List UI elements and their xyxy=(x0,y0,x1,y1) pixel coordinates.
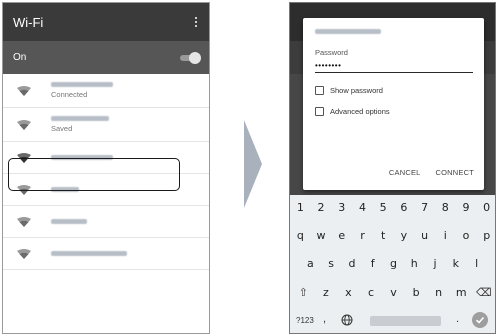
cancel-button[interactable]: CANCEL xyxy=(389,168,421,177)
wifi-signal-icon xyxy=(17,85,31,96)
list-item[interactable]: Saved xyxy=(3,108,209,142)
keyboard-row-numbers: 1 2 3 4 5 6 7 8 9 0 xyxy=(290,201,495,214)
period-key[interactable]: . xyxy=(456,313,459,325)
key[interactable]: q xyxy=(290,229,311,242)
password-field[interactable]: •••••••• xyxy=(315,61,472,70)
connect-button[interactable]: CONNECT xyxy=(436,168,474,177)
key[interactable]: z xyxy=(315,286,338,299)
key[interactable]: n xyxy=(427,286,450,299)
key[interactable]: 8 xyxy=(435,201,456,214)
network-name-redacted xyxy=(51,219,87,224)
connect-dialog: Password •••••••• Show password Advanced… xyxy=(303,18,484,190)
advanced-options-option[interactable]: Advanced options xyxy=(315,107,472,116)
network-status: Saved xyxy=(51,124,73,133)
key[interactable]: l xyxy=(466,257,487,270)
keyboard-row-bottom: ⇧ z x c v b n m ⌫ xyxy=(290,286,496,299)
backspace-key[interactable]: ⌫ xyxy=(473,286,496,299)
network-status: Connected xyxy=(51,90,88,99)
shift-key[interactable]: ⇧ xyxy=(292,286,315,299)
key[interactable]: j xyxy=(425,257,446,270)
globe-icon[interactable] xyxy=(341,314,353,326)
key[interactable]: a xyxy=(300,257,321,270)
wifi-signal-icon xyxy=(17,119,31,130)
key[interactable]: 3 xyxy=(331,201,352,214)
password-dialog-screen: Password •••••••• Show password Advanced… xyxy=(289,2,496,334)
key[interactable]: p xyxy=(476,229,495,242)
key[interactable]: w xyxy=(311,229,332,242)
show-password-label: Show password xyxy=(330,86,383,95)
key[interactable]: 2 xyxy=(311,201,332,214)
keyboard-row-home: a s d f g h j k l xyxy=(290,257,495,270)
key[interactable]: h xyxy=(404,257,425,270)
key[interactable]: d xyxy=(342,257,363,270)
wifi-signal-icon xyxy=(17,248,31,259)
key[interactable]: 4 xyxy=(352,201,373,214)
key[interactable]: 9 xyxy=(456,201,477,214)
advanced-options-checkbox[interactable] xyxy=(315,107,324,116)
key[interactable]: u xyxy=(414,229,435,242)
selected-network-highlight xyxy=(8,158,180,191)
wifi-toggle-label: On xyxy=(13,52,27,63)
arrow-right-icon xyxy=(244,120,262,208)
key[interactable]: e xyxy=(331,229,352,242)
page-title: Wi-Fi xyxy=(13,14,44,30)
network-name-redacted xyxy=(51,82,113,87)
key[interactable]: 7 xyxy=(414,201,435,214)
key[interactable]: c xyxy=(360,286,383,299)
key[interactable]: 1 xyxy=(290,201,311,214)
key[interactable]: s xyxy=(321,257,342,270)
key[interactable]: v xyxy=(382,286,405,299)
network-name-redacted xyxy=(51,251,127,256)
on-screen-keyboard: 1 2 3 4 5 6 7 8 9 0 q w e r t y u i o p … xyxy=(290,195,496,333)
key[interactable]: g xyxy=(383,257,404,270)
symbols-key[interactable]: ?123 xyxy=(296,316,314,325)
advanced-options-label: Advanced options xyxy=(330,107,390,116)
list-item[interactable] xyxy=(3,206,209,238)
keyboard-row-top: q w e r t y u i o p xyxy=(290,229,495,242)
key[interactable]: i xyxy=(435,229,456,242)
key[interactable]: t xyxy=(373,229,394,242)
checkmark-icon xyxy=(475,316,485,324)
more-options-icon[interactable] xyxy=(191,17,201,27)
wifi-toggle-switch[interactable] xyxy=(178,51,201,64)
list-item[interactable]: Connected xyxy=(3,74,209,108)
key[interactable]: y xyxy=(394,229,415,242)
key[interactable]: 5 xyxy=(373,201,394,214)
wifi-signal-icon xyxy=(17,216,31,227)
password-label: Password xyxy=(315,48,348,57)
comma-key[interactable]: , xyxy=(323,313,326,325)
app-bar: Wi-Fi xyxy=(3,3,209,41)
enter-key[interactable] xyxy=(472,312,488,328)
dialog-actions: CANCEL CONNECT xyxy=(389,168,474,177)
list-item[interactable] xyxy=(3,238,209,270)
wifi-settings-screen: Wi-Fi On Connected Saved xyxy=(2,2,210,334)
network-name-redacted xyxy=(51,116,109,121)
key[interactable]: o xyxy=(456,229,477,242)
space-key[interactable] xyxy=(370,316,441,326)
key[interactable]: f xyxy=(362,257,383,270)
show-password-checkbox[interactable] xyxy=(315,86,324,95)
key[interactable]: m xyxy=(450,286,473,299)
key[interactable]: 6 xyxy=(394,201,415,214)
key[interactable]: x xyxy=(337,286,360,299)
key[interactable]: k xyxy=(445,257,466,270)
wifi-toggle-row[interactable]: On xyxy=(3,41,209,74)
key[interactable]: r xyxy=(352,229,373,242)
dialog-network-name-redacted xyxy=(315,29,381,34)
password-field-underline xyxy=(315,72,473,73)
keyboard-row-space: ?123 , . xyxy=(290,312,495,333)
key[interactable]: b xyxy=(405,286,428,299)
show-password-option[interactable]: Show password xyxy=(315,86,472,95)
key[interactable]: 0 xyxy=(476,201,495,214)
